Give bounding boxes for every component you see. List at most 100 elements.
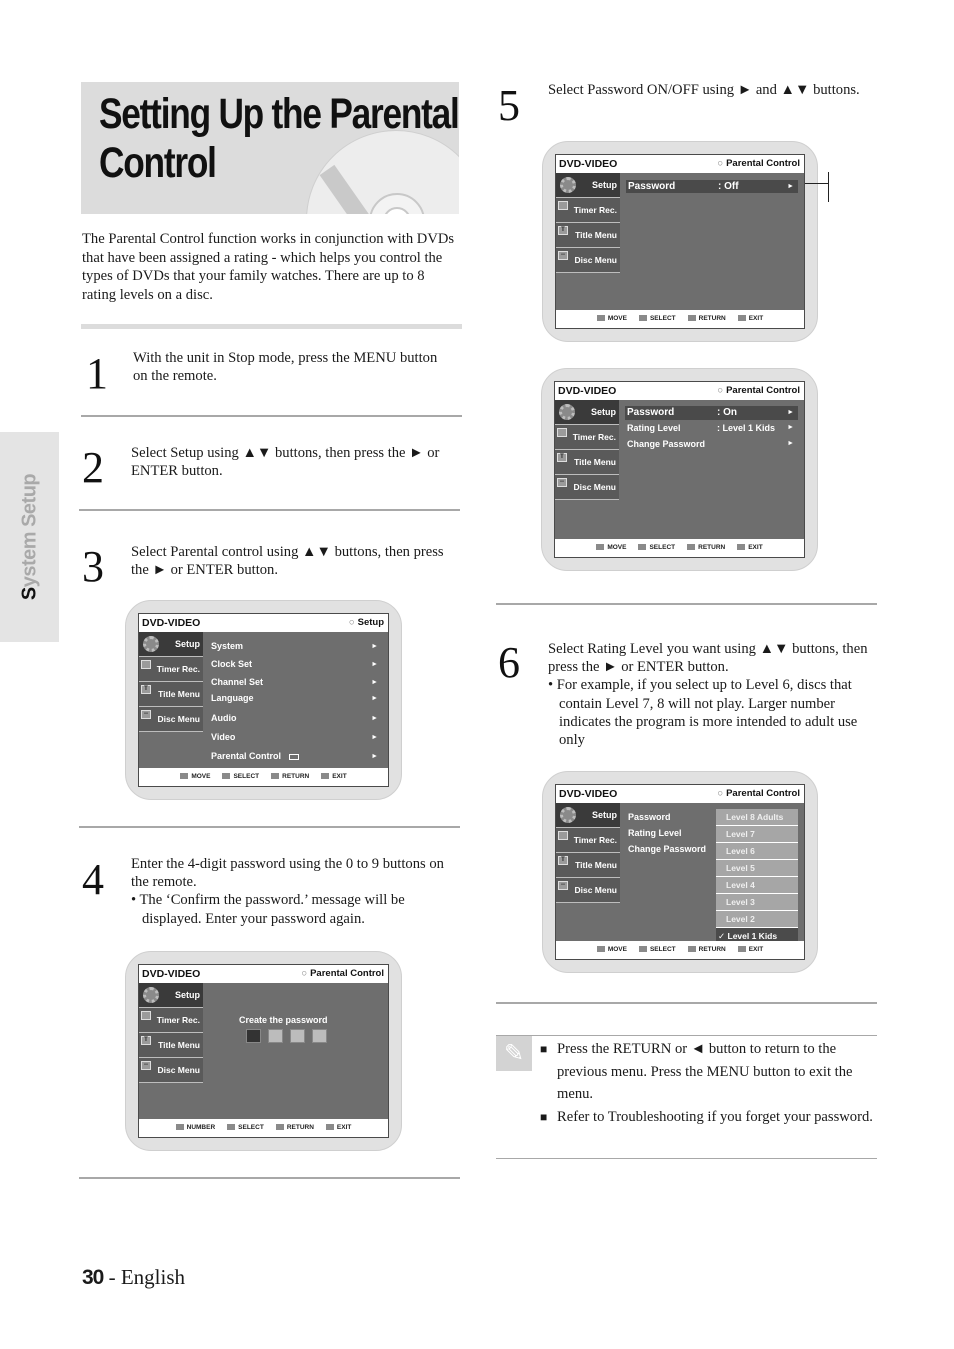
intro-paragraph: The Parental Control function works in c… bbox=[82, 231, 455, 303]
disc-menu-icon: -- bbox=[557, 478, 567, 487]
disc-menu-icon: -- bbox=[141, 710, 151, 719]
gear-icon bbox=[559, 404, 575, 420]
rating-level-list: Level 8 Adults Level 7 Level 6 Level 5 L… bbox=[716, 809, 798, 945]
osd-sidebar: Setup Timer Rec. T Title Menu -- Disc Menu bbox=[139, 632, 203, 732]
arrow-right-icon: ► bbox=[787, 183, 794, 190]
osd-screen-create-password: DVD-VIDEO ○ Parental Control Setup Timer R… bbox=[125, 951, 402, 1151]
timer-icon bbox=[141, 1011, 151, 1020]
gear-icon bbox=[143, 636, 159, 652]
rating-level-option[interactable]: Level 2 bbox=[716, 911, 798, 928]
osd-footer: MOVE SELECT RETURN EXIT bbox=[555, 539, 804, 557]
osd-sidebar-setup[interactable]: Setup bbox=[556, 803, 620, 828]
osd-sidebar-setup[interactable]: Setup bbox=[139, 632, 203, 657]
step-number: 2 bbox=[82, 443, 104, 492]
note-item: Refer to Troubleshooting if you forget y… bbox=[540, 1106, 880, 1129]
step-text: Enter the 4-digit password using the 0 t… bbox=[131, 856, 444, 927]
osd-sidebar-timer-rec[interactable]: Timer Rec. bbox=[556, 828, 620, 853]
arrow-right-icon: ► bbox=[371, 661, 378, 668]
osd-sidebar-setup[interactable]: Setup bbox=[139, 983, 203, 1008]
osd-sidebar-title-menu[interactable]: T Title Menu bbox=[139, 1033, 203, 1058]
arrow-right-icon: ► bbox=[371, 734, 378, 741]
disc-menu-icon: -- bbox=[558, 881, 568, 890]
title-icon: T bbox=[141, 685, 151, 694]
osd-menu-item[interactable]: Video ► bbox=[209, 729, 382, 748]
osd-sidebar-timer-rec[interactable]: Timer Rec. bbox=[556, 198, 620, 223]
osd-footer: MOVE SELECT RETURN EXIT bbox=[556, 310, 804, 328]
osd-sidebar: Setup Timer Rec. T Title Menu -- Disc Menu bbox=[555, 400, 619, 500]
osd-row-rating-level[interactable]: Rating Level: Level 1 Kids ► bbox=[625, 420, 798, 436]
arrow-right-icon: ► bbox=[787, 424, 794, 431]
osd-menu-item[interactable]: Language ► bbox=[209, 690, 382, 710]
osd-footer: MOVE SELECT RETURN EXIT bbox=[139, 768, 388, 786]
osd-row-password[interactable]: Password: On ► bbox=[625, 406, 798, 420]
osd-footer: NUMBER SELECT RETURN EXIT bbox=[139, 1119, 388, 1137]
rating-level-option[interactable]: Level 8 Adults bbox=[716, 809, 798, 826]
osd-row-rating-level[interactable]: Rating Level bbox=[626, 825, 714, 841]
osd-sidebar-timer-rec[interactable]: Timer Rec. bbox=[555, 425, 619, 450]
osd-sidebar: Setup Timer Rec. T Title Menu -- Disc Menu bbox=[556, 803, 620, 903]
title-icon: T bbox=[141, 1036, 151, 1045]
osd-sidebar-disc-menu[interactable]: -- Disc Menu bbox=[139, 1058, 203, 1083]
disc-menu-icon: -- bbox=[141, 1061, 151, 1070]
osd-sidebar-title-menu[interactable]: T Title Menu bbox=[556, 853, 620, 878]
divider bbox=[496, 603, 877, 605]
osd-sidebar-title-menu[interactable]: T Title Menu bbox=[556, 223, 620, 248]
osd-sidebar-setup[interactable]: Setup bbox=[555, 400, 619, 425]
osd-sidebar-disc-menu[interactable]: -- Disc Menu bbox=[139, 707, 203, 732]
disc-menu-icon: -- bbox=[558, 251, 568, 260]
timer-icon bbox=[557, 428, 567, 437]
arrow-right-icon: ► bbox=[371, 753, 378, 760]
divider bbox=[496, 1002, 877, 1004]
osd-menu-item[interactable]: Audio ► bbox=[209, 710, 382, 729]
arrow-right-icon: ► bbox=[371, 715, 378, 722]
timer-icon bbox=[558, 831, 568, 840]
title-icon: T bbox=[558, 856, 568, 865]
osd-row-change-password[interactable]: Change Password ► bbox=[625, 436, 798, 452]
rating-level-option[interactable]: Level 4 bbox=[716, 877, 798, 894]
osd-sidebar-disc-menu[interactable]: -- Disc Menu bbox=[556, 248, 620, 273]
title-banner: Setting Up the Parental Control bbox=[81, 82, 459, 214]
divider bbox=[496, 1158, 877, 1159]
note-item: Press the RETURN or ◄ button to return t… bbox=[540, 1038, 880, 1106]
password-digit-boxes[interactable] bbox=[246, 1029, 334, 1048]
osd-row-password[interactable]: Password: Off ► bbox=[626, 180, 798, 193]
timer-icon bbox=[141, 660, 151, 669]
divider bbox=[79, 826, 460, 828]
osd-menu-item[interactable]: System ► bbox=[209, 638, 382, 656]
osd-sidebar: Setup Timer Rec. T Title Menu -- Disc Menu bbox=[139, 983, 203, 1083]
callout-line bbox=[805, 183, 829, 184]
osd-sidebar-title-menu[interactable]: T Title Menu bbox=[555, 450, 619, 475]
rating-level-option[interactable]: Level 6 bbox=[716, 843, 798, 860]
arrow-right-icon: ► bbox=[787, 409, 794, 416]
arrow-right-icon: ► bbox=[371, 643, 378, 650]
osd-sidebar-disc-menu[interactable]: -- Disc Menu bbox=[556, 878, 620, 903]
step-text: Select Password ON/OFF using ► and ▲▼ bu… bbox=[548, 82, 860, 98]
osd-sidebar-timer-rec[interactable]: Timer Rec. bbox=[139, 1008, 203, 1033]
arrow-right-icon: ► bbox=[787, 440, 794, 447]
arrow-right-icon: ► bbox=[371, 679, 378, 686]
osd-sidebar-disc-menu[interactable]: -- Disc Menu bbox=[555, 475, 619, 500]
osd-sidebar-title-menu[interactable]: T Title Menu bbox=[139, 682, 203, 707]
osd-menu-item[interactable]: Clock Set ► bbox=[209, 656, 382, 674]
osd-sidebar-timer-rec[interactable]: Timer Rec. bbox=[139, 657, 203, 682]
pencil-note-icon: ✎ bbox=[496, 1036, 532, 1071]
rating-level-option[interactable]: Level 7 bbox=[716, 826, 798, 843]
osd-menu-item[interactable]: Channel Set ► bbox=[209, 674, 382, 690]
osd-row-change-password[interactable]: Change Password bbox=[626, 841, 714, 857]
rating-level-option[interactable]: Level 3 bbox=[716, 894, 798, 911]
gear-icon bbox=[560, 807, 576, 823]
divider bbox=[496, 1035, 877, 1036]
osd-sidebar-setup[interactable]: Setup bbox=[556, 173, 620, 198]
divider bbox=[81, 324, 462, 329]
rating-level-option[interactable]: Level 5 bbox=[716, 860, 798, 877]
radio-icon: ○ bbox=[717, 788, 724, 799]
callout-line bbox=[828, 172, 829, 202]
divider bbox=[79, 1177, 460, 1179]
create-password-label: Create the password bbox=[239, 1015, 328, 1025]
osd-menu-item-parental-control[interactable]: Parental Control ► bbox=[209, 748, 382, 767]
divider bbox=[79, 509, 460, 511]
osd-screen-password-on: DVD-VIDEO ○ Parental Control Setup Timer R… bbox=[541, 368, 818, 571]
page-number: 30 bbox=[82, 1266, 104, 1289]
page-footer: 30 - English bbox=[82, 1265, 186, 1289]
osd-row-password[interactable]: Password bbox=[626, 809, 714, 825]
